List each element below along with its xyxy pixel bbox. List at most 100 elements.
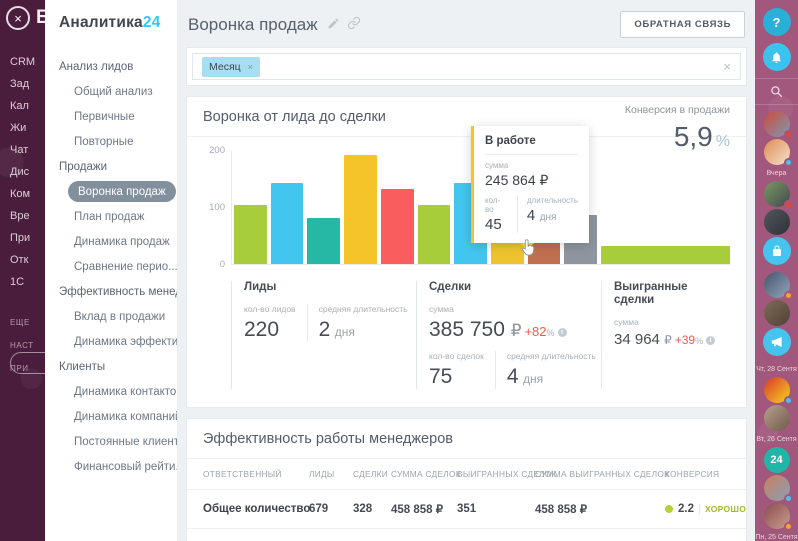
table-column-header[interactable]: СУММА СДЕЛОК [391, 469, 457, 479]
left-rail-small-item[interactable]: ЕЩЕ [10, 318, 34, 327]
managers-card: Эффективность работы менеджеров ОТВЕТСТВ… [186, 418, 747, 541]
chat-avatar[interactable] [764, 139, 790, 165]
left-rail-item[interactable]: Ком [10, 188, 35, 201]
conversion-block: Конверсия в продажи 5,9% [625, 104, 730, 153]
stat-deals-sum-label: сумма [429, 304, 601, 314]
main-content: Воронка продаж ОБРАТНАЯ СВЯЗЬ Месяц × × … [178, 0, 755, 541]
sidebar-item[interactable]: Финансовый рейти... [45, 454, 177, 479]
sidebar-item[interactable]: Сравнение перио... [45, 254, 177, 279]
info-icon[interactable]: i [706, 336, 715, 345]
tooltip-duration-col: длительность 4 дня [517, 196, 578, 233]
sidebar-item[interactable]: Динамика компаний [45, 404, 177, 429]
sidebar-item[interactable]: Постоянные клиенты [45, 429, 177, 454]
table-column-header[interactable]: СУММА ВЫИГРАННЫХ СДЕЛОК [535, 469, 665, 479]
stat-leads-duration-row: 2 дня [319, 318, 408, 342]
table-cell-deals: 328 [353, 503, 391, 515]
feedback-button[interactable]: ОБРАТНАЯ СВЯЗЬ [620, 11, 745, 38]
conversion-unit: % [716, 133, 730, 150]
stat-deals-delta: +82 [524, 324, 546, 339]
chat-date-label: Вчера [767, 170, 787, 177]
notification-badge [784, 200, 793, 209]
table-cell-won: 351 [457, 503, 535, 515]
nav-item-wrap: Воронка продаж [45, 179, 177, 204]
info-icon[interactable]: i [558, 328, 567, 337]
bar-tooltip: В работе сумма 245 864 ₽ кол-во 45 длите… [471, 126, 589, 243]
left-rail-item[interactable]: Дис [10, 166, 35, 179]
left-rail-item[interactable]: Отк [10, 254, 35, 267]
close-panel-icon[interactable]: × [6, 6, 30, 30]
bell-icon[interactable] [763, 43, 791, 71]
link-icon[interactable] [347, 15, 361, 35]
sidebar-nav: Анализ лидовОбщий анализПервичныеПовторн… [45, 54, 177, 479]
stat-won-sum: 34 964 [614, 331, 660, 348]
help-icon[interactable]: ? [763, 8, 791, 36]
chat-avatar[interactable] [764, 300, 790, 326]
filter-tag-month[interactable]: Месяц × [202, 57, 260, 77]
bitrix24-chat-icon[interactable]: 24 [764, 447, 790, 473]
y-tick-label: 200 [209, 145, 225, 156]
tooltip-sum-value: 245 864 ₽ [485, 172, 578, 189]
title-icons [327, 15, 361, 35]
lock-icon[interactable] [763, 237, 791, 265]
sidebar-item[interactable]: План продаж [45, 204, 177, 229]
stat-deals-duration-value: 4 [507, 365, 519, 388]
stat-deals-sum: 385 750 [429, 318, 505, 341]
funnel-bar[interactable] [381, 189, 414, 264]
megaphone-icon[interactable] [763, 328, 791, 356]
stat-deals-duration-label: средняя длительность [507, 351, 596, 361]
page-title: Воронка продаж [188, 15, 318, 35]
filter-input[interactable]: Месяц × × [192, 53, 741, 80]
conversion-cell: 2.2ХОРОШО [665, 503, 746, 515]
managers-table-header: ОТВЕТСТВЕННЫЙЛИДЫСДЕЛКИСУММА СДЕЛОКВЫИГР… [187, 459, 746, 490]
table-column-header[interactable]: СДЕЛКИ [353, 469, 391, 479]
invite-button[interactable] [10, 352, 45, 374]
funnel-bar[interactable] [307, 218, 340, 264]
table-column-header[interactable]: ОТВЕТСТВЕННЫЙ [203, 469, 309, 479]
left-rail-item[interactable]: Зад [10, 78, 35, 91]
y-tick-label: 0 [220, 259, 225, 270]
tooltip-count-col: кол-во 45 [485, 196, 517, 233]
table-column-header[interactable]: ЛИДЫ [309, 469, 353, 479]
left-rail-item[interactable]: Кал [10, 100, 35, 113]
sidebar-item[interactable]: Динамика эффекти... [45, 329, 177, 354]
stat-leads-count-label: кол-во лидов [244, 304, 296, 314]
table-column-header[interactable]: ВЫИГРАННЫХ СДЕЛОК [457, 469, 535, 479]
chat-avatar[interactable] [764, 272, 790, 298]
funnel-bar[interactable] [418, 205, 451, 264]
stat-leads-duration-value: 2 [319, 318, 331, 341]
chat-avatar[interactable] [764, 209, 790, 235]
left-rail-item[interactable]: При [10, 232, 35, 245]
left-rail-item[interactable]: Жи [10, 122, 35, 135]
sidebar-item-selected[interactable]: Воронка продаж [68, 181, 176, 202]
chat-avatar[interactable] [764, 377, 790, 403]
left-rail-item[interactable]: CRM [10, 56, 35, 69]
funnel-bar[interactable] [234, 205, 267, 264]
table-row[interactable]: Мария Зинченко450228228 858 ₽222228 858 … [187, 529, 746, 541]
filter-clear-icon[interactable]: × [723, 59, 731, 74]
rating-label: ХОРОШО [705, 504, 746, 514]
chat-avatar[interactable] [764, 503, 790, 529]
sidebar-item[interactable]: Динамика контактов [45, 379, 177, 404]
left-rail-item[interactable]: 1С [10, 276, 35, 289]
search-icon[interactable] [755, 78, 798, 105]
table-row[interactable]: Общее количество679328458 858 ₽351458 85… [187, 490, 746, 529]
sidebar-item[interactable]: Общий анализ [45, 79, 177, 104]
tag-remove-icon[interactable]: × [248, 62, 253, 72]
table-cell-deals_sum: 458 858 ₽ [391, 502, 457, 516]
left-rail-small-item[interactable]: НАСТ [10, 341, 34, 350]
chat-avatar[interactable] [764, 475, 790, 501]
sidebar-item[interactable]: Динамика продаж [45, 229, 177, 254]
table-column-header[interactable]: КОНВЕРСИЯ [665, 469, 730, 479]
sidebar-item[interactable]: Повторные [45, 129, 177, 154]
funnel-bar[interactable] [601, 246, 730, 264]
chat-avatar[interactable] [764, 181, 790, 207]
chat-avatar[interactable] [764, 111, 790, 137]
left-rail-item[interactable]: Чат [10, 144, 35, 157]
chat-avatar[interactable] [764, 405, 790, 431]
funnel-bar[interactable] [344, 155, 377, 264]
funnel-bar[interactable] [271, 183, 304, 264]
sidebar-item[interactable]: Вклад в продажи [45, 304, 177, 329]
sidebar-item[interactable]: Первичные [45, 104, 177, 129]
edit-icon[interactable] [327, 15, 340, 35]
left-rail-item[interactable]: Вре [10, 210, 35, 223]
